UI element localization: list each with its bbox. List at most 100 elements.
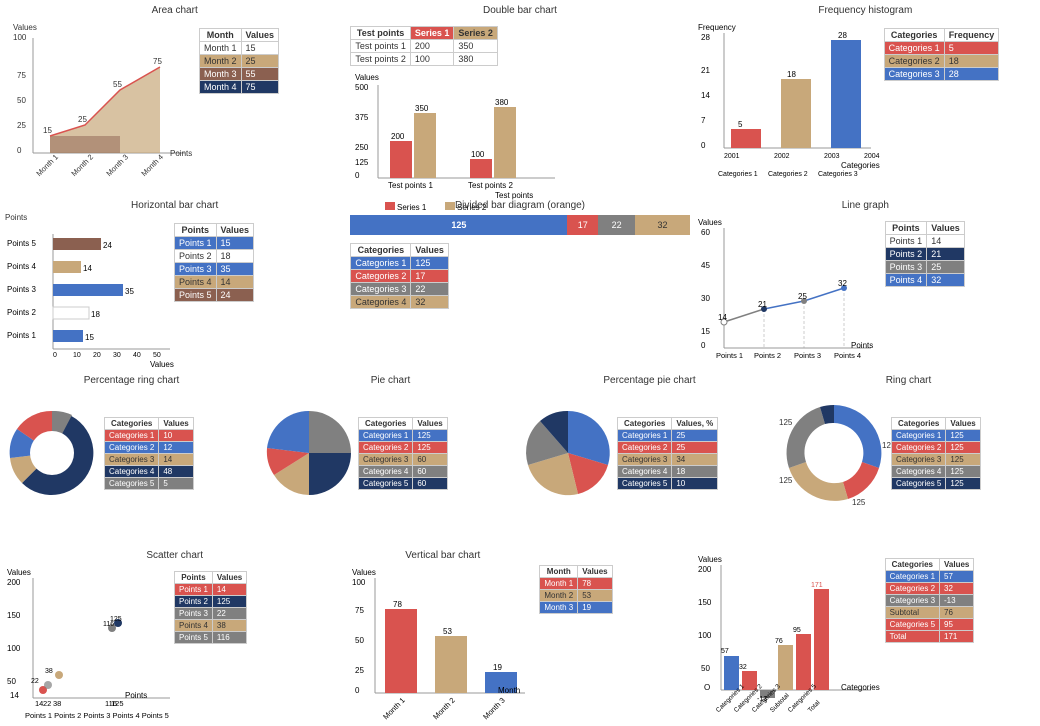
svg-text:Points 2: Points 2 [754, 351, 781, 360]
divided-seg4: 32 [635, 215, 689, 235]
svg-text:Points 3: Points 3 [7, 285, 36, 294]
svg-text:Points 1: Points 1 [7, 331, 36, 340]
svg-text:Month 2: Month 2 [69, 152, 95, 178]
svg-text:O: O [704, 683, 710, 692]
scatter-chart-title: Scatter chart [5, 550, 344, 561]
svg-text:Values: Values [355, 73, 379, 82]
linegraph-chart-cell: Line graph Values 60 45 30 15 0 [693, 197, 1038, 372]
divided-seg2: 17 [567, 215, 598, 235]
ringpct-table: CategoriesValues Categories 110 Categori… [104, 417, 194, 490]
svg-text:350: 350 [415, 104, 429, 113]
svg-text:30: 30 [701, 294, 710, 303]
linegraph-table: PointsValues Points 114 Points 221 Point… [885, 221, 965, 287]
svg-text:Month 1: Month 1 [382, 696, 408, 722]
svg-text:Points 4: Points 4 [834, 351, 861, 360]
piepct-chart-title: Percentage pie chart [523, 375, 776, 386]
svg-text:Test points 2: Test points 2 [468, 181, 513, 190]
vbar-chart-title: Vertical bar chart [350, 550, 535, 561]
doublebar-table: Test pointsSeries 1Series 2 Test points … [350, 26, 498, 66]
doublebar-chart-cell: Double bar chart Test pointsSeries 1Seri… [347, 2, 692, 197]
svg-text:Values: Values [698, 218, 722, 227]
hbar-chart-cell: Horizontal bar chart Points Points 5 Poi… [2, 197, 347, 372]
svg-text:76: 76 [775, 638, 783, 645]
svg-text:78: 78 [393, 600, 402, 609]
svg-text:150: 150 [698, 598, 712, 607]
svg-text:50: 50 [701, 664, 710, 673]
ringpct-chart-title: Percentage ring chart [5, 375, 258, 386]
svg-text:Month 4: Month 4 [139, 152, 165, 178]
svg-text:75: 75 [17, 71, 26, 80]
vbar-table: MonthValues Month 178 Month 253 Month 31… [539, 565, 612, 614]
frequency-chart-title: Frequency histogram [696, 5, 1035, 16]
svg-text:25: 25 [17, 121, 26, 130]
svg-text:Values: Values [150, 360, 174, 369]
svg-text:150: 150 [7, 611, 21, 620]
svg-text:Month 3: Month 3 [482, 696, 508, 722]
vbar-chart-cell: Vertical bar chart Values 100 75 50 25 0 [347, 547, 692, 726]
hbar-table: PointsValues Points 115 Points 218 Point… [174, 223, 254, 302]
svg-text:53: 53 [443, 627, 452, 636]
linegraph-svg: Values 60 45 30 15 0 [696, 213, 881, 368]
piepct-table: CategoriesValues, % Categories 125 Categ… [617, 417, 718, 490]
svg-text:15: 15 [85, 333, 94, 342]
svg-text:14: 14 [718, 313, 727, 322]
svg-text:Points: Points [851, 341, 873, 350]
stackedbar-chart-cell: Values 200 150 100 50 O 57 [693, 547, 1038, 726]
svg-text:20: 20 [93, 352, 101, 359]
svg-text:60: 60 [701, 228, 710, 237]
svg-text:Points 3: Points 3 [794, 351, 821, 360]
svg-text:Points 2: Points 2 [7, 308, 36, 317]
svg-text:125: 125 [355, 158, 369, 167]
svg-text:116: 116 [103, 621, 114, 628]
svg-text:28: 28 [838, 31, 847, 40]
area-chart-cell: Area chart Values 100 75 50 25 0 [2, 2, 347, 197]
svg-text:50: 50 [355, 636, 364, 645]
svg-text:200: 200 [391, 132, 405, 141]
svg-text:Categories 2: Categories 2 [768, 171, 808, 178]
svg-text:15: 15 [701, 327, 710, 336]
svg-text:500: 500 [355, 83, 369, 92]
area-chart-table: MonthValues Month 115 Month 225 Month 35… [199, 28, 279, 94]
svg-text:Points: Points [125, 691, 147, 700]
svg-text:Values: Values [7, 568, 31, 577]
svg-text:28: 28 [701, 33, 710, 42]
doublebar-chart-title: Double bar chart [350, 5, 689, 16]
svg-text:125: 125 [779, 476, 793, 485]
svg-text:14: 14 [83, 264, 92, 273]
svg-text:Categories: Categories [841, 161, 880, 170]
svg-text:0: 0 [53, 352, 57, 359]
ringpct-chart-cell: Percentage ring chart [2, 372, 261, 547]
svg-text:2002: 2002 [774, 153, 790, 160]
svg-text:380: 380 [495, 98, 509, 107]
svg-text:Points 1: Points 1 [716, 351, 743, 360]
svg-text:Test points 1: Test points 1 [388, 181, 433, 190]
pie-table: CategoriesValues Categories 1125 Categor… [358, 417, 448, 490]
svg-text:0: 0 [355, 686, 360, 695]
divided-table: CategoriesValues Categories 1125 Categor… [350, 243, 449, 309]
svg-text:Points: Points [170, 149, 192, 158]
svg-text:22: 22 [43, 699, 51, 708]
pie-chart-title: Pie chart [264, 375, 517, 386]
svg-text:100: 100 [13, 33, 27, 42]
svg-text:200: 200 [7, 578, 21, 587]
svg-text:18: 18 [787, 70, 796, 79]
doublebar-svg: Values 500 375 250 125 0 200 350 [350, 70, 560, 190]
piepct-svg [523, 388, 613, 518]
svg-text:Frequency: Frequency [698, 23, 736, 32]
svg-text:24: 24 [103, 241, 112, 250]
linegraph-chart-title: Line graph [696, 200, 1035, 211]
svg-text:75: 75 [153, 57, 162, 66]
svg-text:Points 4: Points 4 [7, 262, 36, 271]
svg-text:38: 38 [53, 699, 61, 708]
svg-text:57: 57 [721, 648, 729, 655]
svg-text:32: 32 [739, 664, 747, 671]
svg-text:95: 95 [793, 627, 801, 634]
svg-text:Total: Total [807, 699, 822, 714]
svg-text:35: 35 [125, 287, 134, 296]
svg-text:45: 45 [701, 261, 710, 270]
svg-text:75: 75 [355, 606, 364, 615]
svg-text:50: 50 [17, 96, 26, 105]
svg-text:50: 50 [7, 677, 16, 686]
svg-text:15: 15 [43, 126, 52, 135]
ring-svg: 125 125 125 125 [782, 388, 887, 518]
